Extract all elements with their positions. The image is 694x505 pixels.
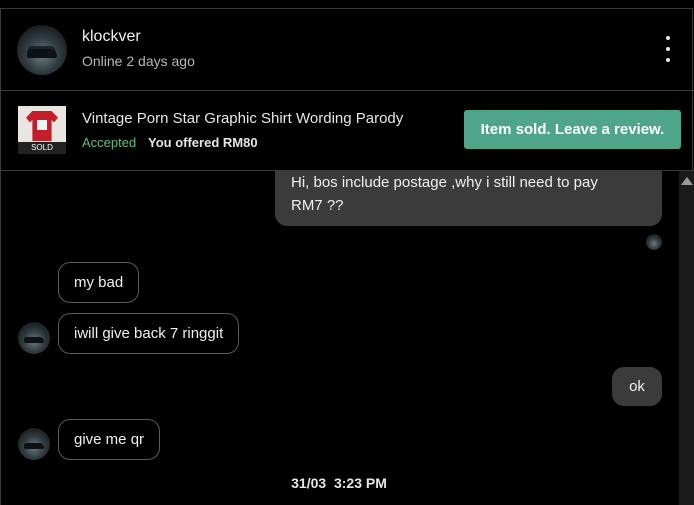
product-bar: SOLD Vintage Porn Star Graphic Shirt Wor…: [0, 91, 694, 171]
sender-avatar[interactable]: [18, 322, 50, 354]
chat-header: klockver Online 2 days ago: [0, 9, 694, 91]
message-bubble-incoming: give me qr: [58, 419, 161, 460]
timestamp-date: 31/03: [291, 475, 327, 491]
seen-avatar-icon: [646, 234, 662, 250]
product-title[interactable]: Vintage Porn Star Graphic Shirt Wording …: [82, 110, 403, 127]
product-thumbnail[interactable]: SOLD: [18, 106, 66, 154]
more-options-icon[interactable]: [660, 36, 676, 62]
user-avatar[interactable]: [17, 25, 67, 75]
sold-badge: SOLD: [18, 142, 66, 154]
message-bubble-outgoing: ok: [612, 367, 662, 406]
scrollbar[interactable]: [679, 171, 694, 505]
message-bubble-incoming: iwill give back 7 ringgit: [58, 313, 240, 354]
message-bubble-outgoing: Hi, bos include postage ,why i still nee…: [275, 171, 662, 226]
message-line: RM7 ??: [291, 197, 344, 214]
message-list[interactable]: Hi, bos include postage ,why i still nee…: [0, 171, 678, 505]
scroll-up-icon[interactable]: [681, 177, 693, 185]
username[interactable]: klockver: [82, 28, 141, 46]
timestamp-time: 3:23 PM: [333, 475, 387, 491]
offer-status: Accepted: [82, 135, 137, 150]
online-status: Online 2 days ago: [82, 53, 195, 69]
message-bubble-incoming: my bad: [58, 262, 140, 303]
message-line: Hi, bos include postage ,why i still nee…: [291, 174, 598, 191]
leave-review-button[interactable]: Item sold. Leave a review.: [464, 110, 681, 149]
message-timestamp: 31/03 3:23 PM: [0, 475, 678, 491]
sender-avatar[interactable]: [18, 428, 50, 460]
offer-amount: You offered RM80: [148, 135, 258, 150]
